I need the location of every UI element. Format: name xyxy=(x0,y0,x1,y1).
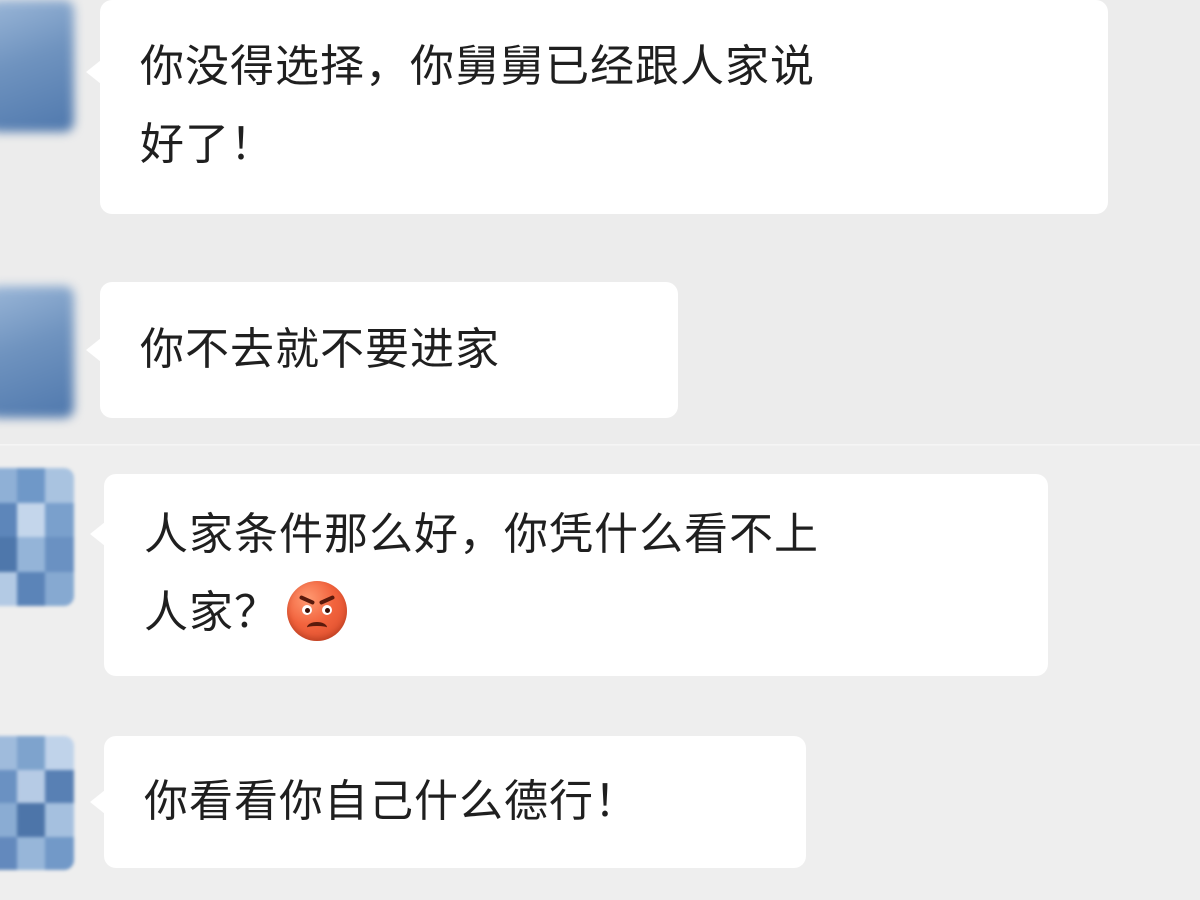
message-text-line: 你没得选择，你舅舅已经跟人家说 xyxy=(140,41,815,92)
sender-avatar[interactable] xyxy=(0,286,74,418)
message-text-line: 你不去就不要进家 xyxy=(140,324,500,375)
chat-panel-upper: 你没得选择，你舅舅已经跟人家说 好了！ 你不去就不要进家 xyxy=(0,0,1200,446)
sender-avatar[interactable] xyxy=(0,468,74,606)
message-text: 人家？ xyxy=(144,587,279,638)
message-text-line: 人家条件那么好，你凭什么看不上 xyxy=(144,509,819,560)
message-bubble[interactable]: 你看看你自己什么德行！ xyxy=(90,736,806,868)
sender-avatar[interactable] xyxy=(0,0,74,132)
message-bubble[interactable]: 你不去就不要进家 xyxy=(86,282,678,418)
sender-avatar[interactable] xyxy=(0,736,74,870)
message-bubble[interactable]: 你没得选择，你舅舅已经跟人家说 好了！ xyxy=(86,0,1108,214)
message-text-line: 你看看你自己什么德行！ xyxy=(144,776,639,827)
angry-face-icon xyxy=(287,581,347,641)
message-text-line: 人家？ xyxy=(144,574,1008,652)
message-text-line: 好了！ xyxy=(140,119,275,170)
message-bubble[interactable]: 人家条件那么好，你凭什么看不上 人家？ xyxy=(90,474,1048,676)
chat-screenshot: 你没得选择，你舅舅已经跟人家说 好了！ 你不去就不要进家 人家条件那么好，你凭什… xyxy=(0,0,1200,900)
